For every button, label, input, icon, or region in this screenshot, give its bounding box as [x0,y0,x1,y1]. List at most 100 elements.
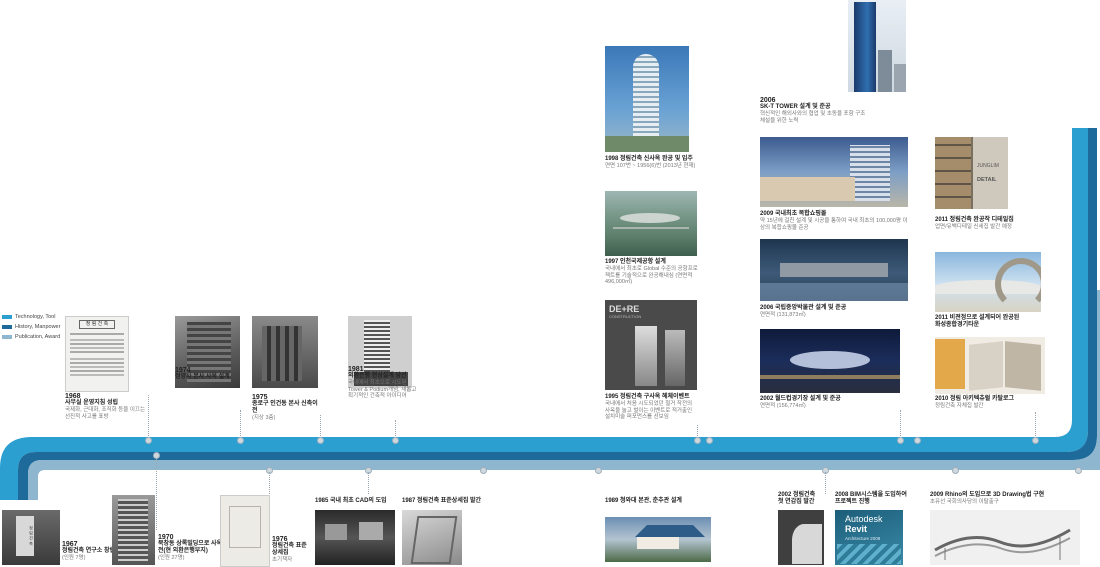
timeline-dot [145,437,152,444]
timeline-dot [706,437,713,444]
event-desc: 연면 107번 ~ 1956(6)번 (2013년 현재) [605,163,696,169]
legend-item: History, Manpower [2,322,60,332]
event-year: 1998 정림건축 신사옥 완공 및 입주 [605,156,693,162]
detail-text: DETAIL [977,177,997,183]
tower-photo-2006 [848,0,906,92]
founding-photo-1967: 정 림 건 축 [2,510,60,565]
timeline-dot [914,437,921,444]
bluehouse-photo-1989 [605,517,711,562]
event-year: 2006 국립중앙박물관 설계 및 준공 [760,305,847,311]
event-year: 1995 정림건축 구사옥 헤체이벤트 [605,394,690,400]
event-year: 1997 인천국제공항 설계 [605,259,666,265]
event-desc: 국내에서 최초으로 시도된 Tower & Podium개념, 새롭고 획기적인… [348,380,417,399]
event-1998: 1998 정림건축 신사옥 완공 및 입주 연면 107번 ~ 1956(6)번… [605,156,705,170]
cad-photo-1985 [315,510,395,565]
timeline-dot [392,437,399,444]
event-year: 1974 [175,367,191,374]
event-1989: 1989 청와대 본관, 춘추관 설계 [605,498,725,505]
event-1970: 1970 북창동 상록빌딩으로 사옥이전(현 외환은행부지) (인원 27명) [158,534,228,562]
timeline-dot [1032,437,1039,444]
event-year: 1987 정림건축 표준상세집 발간 [402,498,482,504]
timeline-dot [237,437,244,444]
autodesk-text: Autodesk [845,514,883,524]
event-desc: 약 15년에 걸친 설계 및 시공을 통하여 국내 최초의 100,000평 이… [760,218,908,231]
event-1985: 1985 국내 최초 CAD의 도입 [315,498,405,505]
legend-label: Publication, Award [15,334,61,340]
event-title: 프로젝트 진행 [835,499,870,505]
event-1995: 1995 정림건축 구사옥 헤체이벤트 국내에서 처음 시도되었던 철거 작전의… [605,394,697,421]
event-1997: 1997 인천국제공항 설계 국내에서 최초로 Global 수준의 공항프로젝… [605,259,700,286]
event-year: 2006 [760,97,776,104]
event-year: 1976 [272,536,288,543]
event-2006-museum: 2006 국립중앙박물관 설계 및 준공 연면적 (131,873㎡) [760,305,910,319]
revit-text: Revit [845,524,868,534]
timeline-dot [317,437,324,444]
legend-item: Publication, Award [2,332,60,342]
event-1976: 1976 정림건축 표준상세집 초기책자 [272,536,312,564]
museum-photo-2006 [760,239,908,301]
legend-label: History, Manpower [15,324,61,330]
connector-line [1035,412,1036,440]
dere-logo-text: DE+RE [609,304,640,314]
timeline-dot [694,437,701,444]
document-title: 정 림 건 축 [79,320,115,329]
event-desc: 초유선 국회의사당의 이탈출구 [930,499,999,505]
band-outer [0,128,1088,500]
revit-sub-text: Architecture 2008 [845,536,881,541]
detail-book-photo-2011: JUNGLIM DETAIL [935,137,1008,209]
event-title: 사무실 운영지침 성립 [65,400,119,406]
event-title: 정양사 본사 사옥 설계 [175,374,230,380]
connector-line [148,395,149,440]
rhino-wireframe [934,528,1071,560]
legend-label: Technology, Tool [15,314,56,320]
detail-book-photo-1976 [220,495,270,567]
airport-photo-1997 [605,191,697,256]
event-year: 1989 청와대 본관, 춘추관 설계 [605,498,682,504]
event-title: 첫 연감집 발간 [778,499,815,505]
dere-sub-text: CONSTRUCTION [609,314,642,319]
event-year: 2008 BIM시스템을 도입하여 [835,492,907,498]
event-title: 화성종합경기타운 [935,322,980,328]
event-title: 북창동 상록빌딩으로 사옥이전(현 외환은행부지) [158,541,228,554]
event-year: 2002 월드컵경기장 설계 및 준공 [760,396,841,402]
event-2002-yearbook: 2002 정림건축 첫 연감집 발간 [778,492,838,506]
event-desc: 국내에서 최초로 Global 수준의 공항프로젝트를 기술적으로 완공해내심 … [605,266,698,285]
event-desc: 업면/유백디테일 신세집 발간 예정 [935,224,1012,230]
stadium-photo-2002 [760,329,900,393]
timeline-dot [952,467,959,474]
event-2011-detail: 2011 정림건축 완공작 디테일집 업면/유백디테일 신세집 발간 예정 [935,217,1045,231]
event-desc: 연면적 (131,873㎡) [760,312,806,318]
hwaseong-photo-2011 [935,252,1041,312]
building-photo-1970 [112,495,155,565]
event-1981: 1981 외환은행 현상설계 당선 국내에서 최초으로 시도된 Tower & … [348,366,420,400]
event-title: 종로구 인건동 본사 신축이전 [252,401,318,414]
event-2002-stadium: 2002 월드컵경기장 설계 및 준공 연면적 (156,774㎡) [760,396,900,410]
event-1987: 1987 정림건축 표준상세집 발간 [402,498,502,505]
event-2008: 2008 BIM시스템을 도입하여 프로젝트 진행 [835,492,935,506]
event-2010-catalog: 2010 정림 아키텍츄럴 카탈로그 정림건축 자체집 발간 [935,396,1045,410]
legend: Technology, Tool History, Manpower Publi… [2,312,60,342]
detail-book-photo-1987 [402,510,462,565]
timeline-dot [480,467,487,474]
event-year: 2011 비젼정으로 설계되어 완공된 [935,315,1020,321]
tower-photo-1998 [605,46,689,152]
signboard-text: 정 림 건 축 [16,516,34,556]
junglim-text: JUNGLIM [977,163,999,169]
timeline-dot [897,437,904,444]
event-2006-skt: 2006 SK-T TOWER 설계 및 준공 혁신적인 해외사와의 협업 및 … [760,97,870,124]
timeline-dot [1075,467,1082,474]
event-title: 정림건축 표준상세집 [272,543,307,556]
event-desc: 초기책자 [272,557,293,563]
event-year: 1970 [158,534,174,541]
event-year: 2009 국내최초 복합쇼핑몰 [760,211,827,217]
legend-item: Technology, Tool [2,312,60,322]
event-year: 2011 정림건축 완공작 디테일집 [935,217,1014,223]
document-photo-1968: 정 림 건 축 [65,316,129,392]
event-desc: (인원 27명) [158,555,185,561]
event-desc: (지상 3층) [252,415,276,421]
event-year: 1975 [252,394,268,401]
event-title: SK-T TOWER 설계 및 준공 [760,104,831,110]
building-photo-1975 [252,316,318,388]
connector-line [900,410,901,440]
mall-photo-2009 [760,137,908,207]
